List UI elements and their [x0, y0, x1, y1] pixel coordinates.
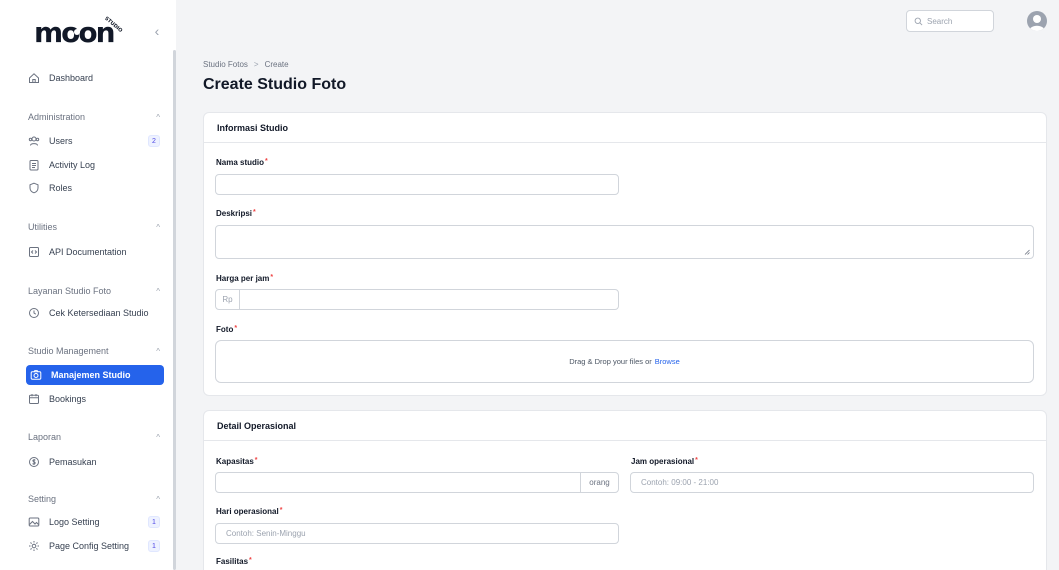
logo-setting-badge: 1: [148, 516, 160, 528]
harga-per-jam-label: Harga per jam*: [216, 274, 274, 283]
calendar-icon: [28, 393, 40, 405]
page-config-badge: 1: [148, 540, 160, 552]
browse-link[interactable]: Browse: [655, 357, 680, 366]
kapasitas-input[interactable]: orang: [215, 472, 619, 493]
harga-per-jam-input[interactable]: Rp: [215, 289, 619, 310]
currency-prefix: Rp: [216, 290, 240, 309]
clock-icon: [28, 307, 40, 319]
camera-icon: [30, 369, 42, 381]
gear-icon: [28, 540, 40, 552]
hari-operasional-label: Hari operasional*: [216, 507, 283, 516]
breadcrumb-parent[interactable]: Studio Fotos: [203, 60, 248, 69]
sidebar-item-api-documentation[interactable]: API Documentation: [26, 242, 164, 262]
chevron-up-icon: ^: [156, 286, 160, 296]
sidebar-scrollbar-thumb[interactable]: [173, 50, 176, 570]
chevron-up-icon: ^: [156, 112, 160, 122]
fasilitas-label: Fasilitas*: [216, 557, 252, 566]
section-title: Informasi Studio: [204, 113, 1046, 143]
resize-grip-icon[interactable]: [1024, 249, 1030, 255]
group-utilities[interactable]: Utilities ^: [28, 220, 160, 234]
breadcrumb-separator: >: [253, 60, 259, 69]
sidebar-item-dashboard[interactable]: Dashboard: [26, 68, 164, 88]
group-setting[interactable]: Setting ^: [28, 492, 160, 506]
deskripsi-label: Deskripsi*: [216, 209, 256, 218]
search-icon: [914, 17, 923, 25]
sidebar-item-pemasukan[interactable]: Pemasukan: [26, 452, 164, 472]
topbar: Search: [176, 0, 1059, 40]
users-count-badge: 2: [148, 135, 160, 147]
hari-operasional-input[interactable]: Contoh: Senin-Minggu: [215, 523, 619, 544]
group-administration[interactable]: Administration ^: [28, 110, 160, 124]
collapse-sidebar-icon[interactable]: ‹: [150, 24, 164, 38]
home-icon: [28, 72, 40, 84]
shield-icon: [28, 182, 40, 194]
jam-operasional-label: Jam operasional*: [631, 457, 698, 466]
chevron-up-icon: ^: [156, 494, 160, 504]
chevron-up-icon: ^: [156, 432, 160, 442]
sidebar-item-bookings[interactable]: Bookings: [26, 389, 164, 409]
breadcrumb: Studio Fotos > Create: [203, 60, 289, 69]
nama-studio-label: Nama studio*: [216, 158, 268, 167]
users-icon: [28, 135, 40, 147]
user-avatar[interactable]: [1027, 11, 1047, 31]
group-layanan-studio-foto[interactable]: Layanan Studio Foto ^: [28, 284, 160, 298]
foto-dropzone[interactable]: Drag & Drop your files or Browse: [215, 340, 1034, 383]
image-icon: [28, 516, 40, 528]
jam-operasional-input[interactable]: Contoh: 09:00 - 21:00: [630, 472, 1034, 493]
page-title: Create Studio Foto: [203, 76, 347, 93]
sidebar-item-roles[interactable]: Roles: [26, 178, 164, 198]
sidebar: moon STUDIO ‹ Dashboard Administration ^ …: [0, 0, 176, 570]
chevron-up-icon: ^: [156, 222, 160, 232]
unit-suffix: orang: [580, 473, 618, 492]
section-title: Detail Operasional: [204, 411, 1046, 441]
clipboard-icon: [28, 159, 40, 171]
studio-logo[interactable]: moon STUDIO: [34, 12, 130, 49]
search-input[interactable]: Search: [906, 10, 994, 32]
group-studio-management[interactable]: Studio Management ^: [28, 344, 160, 358]
breadcrumb-current: Create: [264, 60, 289, 69]
svg-text:moon: moon: [34, 16, 114, 48]
sidebar-item-logo-setting[interactable]: Logo Setting 1: [26, 512, 164, 532]
sidebar-item-cek-ketersediaan[interactable]: Cek Ketersediaan Studio: [26, 303, 164, 323]
dollar-icon: [28, 456, 40, 468]
chevron-up-icon: ^: [156, 346, 160, 356]
sidebar-item-users[interactable]: Users 2: [26, 131, 164, 151]
sidebar-item-activity-log[interactable]: Activity Log: [26, 155, 164, 175]
foto-label: Foto*: [216, 325, 238, 334]
group-laporan[interactable]: Laporan ^: [28, 430, 160, 444]
code-icon: [28, 246, 40, 258]
deskripsi-textarea[interactable]: [215, 225, 1034, 259]
sidebar-item-page-config-setting[interactable]: Page Config Setting 1: [26, 536, 164, 556]
nama-studio-input[interactable]: [215, 174, 619, 195]
kapasitas-label: Kapasitas*: [216, 457, 258, 466]
sidebar-item-manajemen-studio[interactable]: Manajemen Studio: [26, 365, 164, 385]
